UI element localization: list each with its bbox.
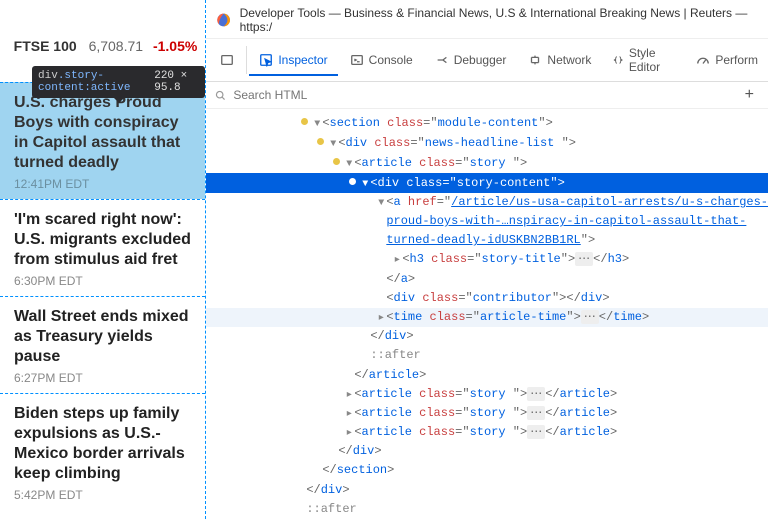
- performance-icon: [696, 53, 710, 67]
- story-time: 12:41PM EDT: [14, 177, 191, 191]
- dom-tree[interactable]: ▼<section class="module-content"> ▼<div …: [206, 109, 768, 519]
- firefox-icon: [216, 12, 231, 28]
- tab-debugger[interactable]: Debugger: [425, 46, 517, 74]
- devtools-titlebar: Developer Tools — Business & Financial N…: [206, 0, 768, 39]
- tab-console[interactable]: Console: [340, 46, 423, 74]
- dom-node[interactable]: ▼<a href="/article/us-usa-capitol-arrest…: [206, 193, 768, 212]
- add-node-button[interactable]: +: [739, 86, 760, 104]
- story-title: Wall Street ends mixed as Treasury yield…: [14, 307, 191, 367]
- story-item[interactable]: 'I'm scared right now': U.S. migrants ex…: [0, 199, 205, 296]
- dom-node[interactable]: </section>: [206, 461, 768, 480]
- tab-iframe-picker[interactable]: [214, 46, 247, 74]
- debugger-icon: [435, 53, 449, 67]
- rectangle-icon: [220, 53, 234, 67]
- story-list: U.S. charges Proud Boys with conspiracy …: [0, 82, 205, 510]
- search-icon: [214, 89, 227, 102]
- dom-node[interactable]: ▸<article class="story ">⋯</article>: [206, 423, 768, 442]
- story-title: 'I'm scared right now': U.S. migrants ex…: [14, 210, 191, 270]
- dom-node[interactable]: </a>: [206, 270, 768, 289]
- dom-node[interactable]: <div class="contributor"></div>: [206, 289, 768, 308]
- dom-node[interactable]: ▼<section class="module-content">: [206, 113, 768, 133]
- dom-node[interactable]: ▸<article class="story ">⋯</article>: [206, 385, 768, 404]
- tab-network[interactable]: Network: [518, 46, 601, 74]
- story-item[interactable]: Biden steps up family expulsions as U.S.…: [0, 393, 205, 510]
- story-time: 5:42PM EDT: [14, 488, 191, 502]
- devtools-panel: Developer Tools — Business & Financial N…: [206, 0, 768, 519]
- story-time: 6:30PM EDT: [14, 274, 191, 288]
- dom-node[interactable]: turned-deadly-idUSKBN2BB1RL">: [206, 231, 768, 250]
- tooltip-dimensions: 220 × 95.8: [154, 70, 199, 94]
- dom-node-selected[interactable]: ▼<div class="story-content">: [206, 173, 768, 193]
- ticker-name: FTSE 100: [14, 38, 77, 54]
- ticker-row: FTSE 100 6,708.71 -1.05%: [14, 38, 198, 54]
- story-title: Biden steps up family expulsions as U.S.…: [14, 404, 191, 484]
- page-preview-panel: FTSE 100 6,708.71 -1.05% div.story-conte…: [0, 0, 206, 519]
- tab-inspector[interactable]: Inspector: [249, 46, 337, 76]
- style-icon: [613, 53, 623, 67]
- dom-node[interactable]: ▸<time class="article-time">⋯</time>: [206, 308, 768, 327]
- dom-node[interactable]: ::after: [206, 346, 768, 365]
- story-item[interactable]: U.S. charges Proud Boys with conspiracy …: [0, 82, 205, 199]
- dom-node[interactable]: ▸<article class="story ">⋯</article>: [206, 404, 768, 423]
- dom-node[interactable]: proud-boys-with-…nspiracy-in-capitol-ass…: [206, 212, 768, 231]
- ticker-change: -1.05%: [153, 38, 197, 54]
- inspector-tooltip: div.story-content:active 220 × 95.8: [32, 66, 205, 98]
- dom-node[interactable]: ▼<div class="news-headline-list ">: [206, 133, 768, 153]
- inspector-icon: [259, 53, 273, 67]
- dom-node[interactable]: ::after: [206, 500, 768, 519]
- dom-node[interactable]: </div>: [206, 327, 768, 346]
- search-html-input[interactable]: [233, 88, 738, 102]
- dom-node[interactable]: ▼<article class="story ">: [206, 153, 768, 173]
- dom-node[interactable]: </div>: [206, 442, 768, 461]
- story-item[interactable]: Wall Street ends mixed as Treasury yield…: [0, 296, 205, 393]
- tab-style-editor[interactable]: Style Editor: [603, 39, 684, 81]
- devtools-tabs: Inspector Console Debugger Network Style…: [206, 39, 768, 82]
- network-icon: [528, 53, 542, 67]
- tab-performance[interactable]: Perform: [686, 46, 768, 74]
- story-title: U.S. charges Proud Boys with conspiracy …: [14, 93, 191, 173]
- dom-node[interactable]: </div>: [206, 481, 768, 500]
- dom-node[interactable]: ▸<h3 class="story-title">⋯</h3>: [206, 250, 768, 269]
- dom-node[interactable]: </article>: [206, 366, 768, 385]
- window-title: Developer Tools — Business & Financial N…: [240, 6, 758, 34]
- ticker-value: 6,708.71: [89, 38, 144, 54]
- search-html-bar: +: [206, 82, 768, 109]
- console-icon: [350, 53, 364, 67]
- story-time: 6:27PM EDT: [14, 371, 191, 385]
